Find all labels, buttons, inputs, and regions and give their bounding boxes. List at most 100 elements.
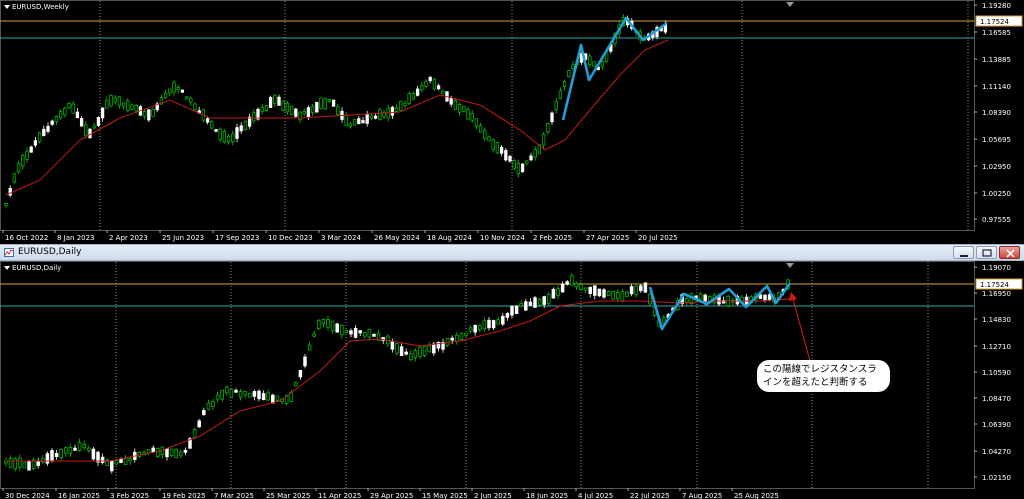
candle-body (64, 447, 68, 454)
date-label: 8 Jan 2023 (57, 234, 95, 242)
candle-body (239, 125, 243, 132)
candle-body (268, 96, 273, 108)
close-button[interactable] (999, 246, 1020, 259)
candle-body (516, 162, 521, 174)
candle-body (424, 81, 428, 87)
candle-body (349, 330, 353, 335)
candle-body (184, 96, 189, 100)
candle-body (307, 344, 312, 351)
date-label: 16 Oct 2022 (5, 234, 48, 242)
candle-body (142, 111, 147, 117)
candle-body (399, 346, 404, 356)
candle-body (50, 120, 54, 125)
minimize-icon (960, 255, 968, 257)
candle-body (58, 111, 63, 119)
candle-body (121, 102, 126, 107)
candle-body (67, 103, 71, 109)
shift-marker-icon[interactable] (786, 2, 794, 7)
candle-body (260, 107, 264, 112)
candle-body (453, 100, 458, 111)
candle-body (491, 320, 496, 329)
candle-body (639, 285, 643, 292)
candle-body (151, 447, 155, 453)
candle-body (114, 460, 119, 465)
candle-body (54, 116, 59, 122)
candle-body (229, 389, 234, 398)
candle-body (407, 93, 411, 104)
weekly-chart[interactable]: 1.19280 1.16585 1.13885 1.11140 1.08390 1.056… (0, 0, 1024, 244)
moving-average-line (6, 298, 791, 462)
candle-body (82, 443, 86, 449)
candle-body (215, 394, 220, 400)
candle-body (113, 97, 117, 103)
candle-body (445, 338, 450, 346)
date-label: 25 Jun 2023 (162, 234, 204, 242)
candle-body (248, 393, 252, 398)
candle-body (592, 61, 596, 67)
candle-body (273, 94, 277, 104)
candle-body (450, 337, 454, 341)
shift-marker-icon[interactable] (786, 263, 794, 268)
candle-body (528, 301, 533, 306)
candle-body (54, 452, 59, 457)
candle-body (556, 288, 560, 296)
candle-body (46, 125, 50, 132)
plot-border (0, 0, 975, 231)
candle-body (365, 114, 369, 124)
weekly-chart-canvas[interactable]: 1.19280 1.16585 1.13885 1.11140 1.08390 1.056… (0, 0, 1024, 244)
candle-body (96, 117, 101, 126)
price-label: 1.02950 (982, 163, 1011, 171)
candle-body (281, 100, 285, 111)
date-label: 22 Jul 2025 (630, 492, 670, 499)
candle-body (252, 391, 257, 397)
candle-body (266, 392, 270, 401)
candle-body (202, 410, 206, 416)
candle-body (176, 87, 180, 90)
candle-body (411, 93, 416, 100)
candle-body (551, 288, 556, 299)
maximize-icon (982, 249, 992, 257)
candle-body (468, 327, 473, 332)
candle-body (147, 109, 151, 121)
candle-body (588, 55, 592, 65)
price-label: 1.11140 (982, 83, 1011, 91)
candle-body (68, 447, 73, 454)
candle-body (271, 394, 275, 404)
weekly-chart-title: EURUSD,Weekly (12, 3, 69, 11)
candle-body (602, 289, 606, 298)
chart-menu-triangle-icon (4, 266, 10, 270)
candle-body (211, 401, 215, 407)
candle-body (130, 104, 134, 110)
candle-body (87, 447, 91, 451)
candle-body (252, 112, 256, 122)
date-label: 25 Aug 2025 (734, 492, 779, 499)
candle-body (33, 140, 38, 146)
price-label: 1.16585 (982, 29, 1011, 37)
candle-body (574, 282, 579, 288)
candle-body (698, 293, 703, 300)
candle-body (363, 332, 367, 337)
candle-body (606, 291, 611, 296)
candle-body (542, 296, 546, 305)
candle-body (63, 107, 67, 116)
candle-body (390, 341, 395, 350)
candle-body (546, 123, 550, 133)
candle-body (172, 82, 176, 93)
daily-window-titlebar[interactable]: EURUSD,Daily (0, 244, 1024, 261)
minimize-button[interactable] (953, 246, 974, 259)
maximize-button[interactable] (976, 246, 997, 259)
candle-body (298, 111, 302, 121)
candle-body (22, 462, 27, 469)
candle-body (413, 350, 418, 358)
date-label: 2 Jun 2025 (474, 492, 512, 499)
candle-body (611, 290, 615, 300)
date-label: 7 Aug 2025 (682, 492, 722, 499)
candle-body (306, 107, 311, 118)
date-label: 18 Aug 2024 (427, 234, 472, 242)
candle-body (487, 319, 491, 329)
candle-body (466, 108, 470, 120)
candle-body (512, 160, 516, 169)
candle-body (222, 131, 227, 143)
candle-body (235, 127, 239, 139)
chart-menu-triangle-icon (4, 5, 10, 9)
